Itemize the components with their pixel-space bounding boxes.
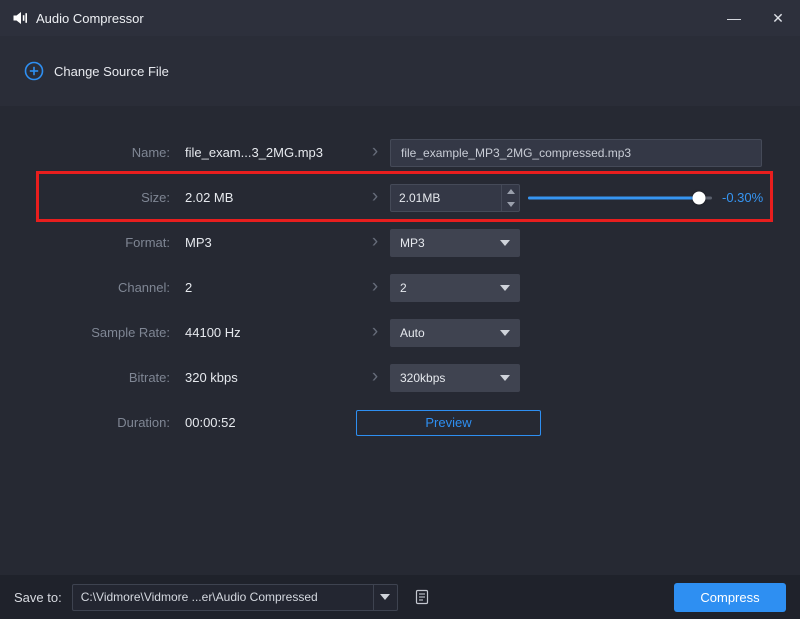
size-control: -0.30% [390, 184, 780, 212]
chevron-right-icon: › [372, 322, 378, 343]
size-slider-fill [528, 196, 699, 199]
toolbar: Change Source File [0, 36, 800, 106]
browse-folder-button[interactable] [408, 585, 436, 609]
duration-label: Duration: [20, 415, 170, 430]
title-area: Audio Compressor [12, 10, 144, 26]
sample-rate-row: Sample Rate: 44100 Hz › Auto [0, 310, 800, 355]
size-slider[interactable] [528, 191, 712, 205]
size-slider-handle[interactable] [693, 191, 706, 204]
target-size-spinner [390, 184, 520, 212]
channel-dropdown[interactable]: 2 [390, 274, 520, 302]
close-icon: ✕ [772, 10, 784, 27]
triangle-up-icon [507, 189, 515, 194]
chevron-right-icon: › [372, 232, 378, 253]
save-path-dropdown-button[interactable] [373, 585, 397, 610]
chevron-down-icon [500, 240, 510, 246]
folder-browse-icon [413, 588, 431, 606]
duration-source-value: 00:00:52 [170, 415, 360, 430]
chevron-down-icon [500, 375, 510, 381]
format-source-value: MP3 [170, 235, 360, 250]
audio-compressor-window: Audio Compressor — ✕ Change Source File [0, 0, 800, 619]
target-size-input[interactable] [391, 185, 501, 211]
duration-row: Duration: 00:00:52 Preview [0, 400, 800, 445]
save-to-label: Save to: [14, 590, 62, 605]
bitrate-label: Bitrate: [20, 370, 170, 385]
name-control [390, 139, 780, 167]
size-change-percent: -0.30% [722, 190, 763, 205]
spinner-buttons [501, 185, 519, 211]
bitrate-dropdown[interactable]: 320kbps [390, 364, 520, 392]
content-spacer [0, 445, 800, 575]
name-source-value: file_exam...3_2MG.mp3 [170, 145, 360, 160]
speaker-icon [12, 10, 28, 26]
chevron-down-icon [500, 285, 510, 291]
window-title: Audio Compressor [36, 11, 144, 26]
size-row: Size: 2.02 MB › -0.30% [0, 175, 800, 220]
change-source-file-button[interactable]: Change Source File [24, 61, 169, 81]
sample-rate-selected-value: Auto [400, 326, 425, 340]
window-controls: — ✕ [712, 0, 800, 36]
format-selected-value: MP3 [400, 236, 425, 250]
bitrate-control: 320kbps [390, 364, 780, 392]
name-row: Name: file_exam...3_2MG.mp3 › [0, 130, 800, 175]
sample-rate-label: Sample Rate: [20, 325, 170, 340]
format-dropdown[interactable]: MP3 [390, 229, 520, 257]
channel-label: Channel: [20, 280, 170, 295]
title-bar: Audio Compressor — ✕ [0, 0, 800, 36]
preview-button[interactable]: Preview [356, 410, 541, 436]
channel-control: 2 [390, 274, 780, 302]
name-label: Name: [20, 145, 170, 160]
chevron-right-icon: › [372, 367, 378, 388]
save-path-input[interactable] [73, 590, 373, 604]
save-path-field [72, 584, 398, 611]
output-name-input[interactable] [390, 139, 762, 167]
bitrate-row: Bitrate: 320 kbps › 320kbps [0, 355, 800, 400]
chevron-right-icon: › [372, 142, 378, 163]
channel-source-value: 2 [170, 280, 360, 295]
chevron-down-icon [380, 594, 390, 600]
sample-rate-dropdown[interactable]: Auto [390, 319, 520, 347]
format-row: Format: MP3 › MP3 [0, 220, 800, 265]
sample-rate-control: Auto [390, 319, 780, 347]
change-source-label: Change Source File [54, 64, 169, 79]
chevron-right-icon: › [372, 277, 378, 298]
sample-rate-source-value: 44100 Hz [170, 325, 360, 340]
bitrate-selected-value: 320kbps [400, 371, 445, 385]
compress-button[interactable]: Compress [674, 583, 786, 612]
size-label: Size: [20, 190, 170, 205]
bitrate-source-value: 320 kbps [170, 370, 360, 385]
size-source-value: 2.02 MB [170, 190, 360, 205]
format-label: Format: [20, 235, 170, 250]
format-control: MP3 [390, 229, 780, 257]
footer-bar: Save to: Compress [0, 575, 800, 619]
close-button[interactable]: ✕ [756, 0, 800, 36]
channel-selected-value: 2 [400, 281, 407, 295]
minimize-icon: — [727, 10, 741, 26]
spin-up-button[interactable] [502, 185, 519, 198]
triangle-down-icon [507, 202, 515, 207]
plus-circle-icon [24, 61, 44, 81]
spin-down-button[interactable] [502, 198, 519, 211]
channel-row: Channel: 2 › 2 [0, 265, 800, 310]
chevron-right-icon: › [372, 187, 378, 208]
parameters-panel: Name: file_exam...3_2MG.mp3 › Size: 2.02… [0, 130, 800, 445]
minimize-button[interactable]: — [712, 0, 756, 36]
chevron-down-icon [500, 330, 510, 336]
